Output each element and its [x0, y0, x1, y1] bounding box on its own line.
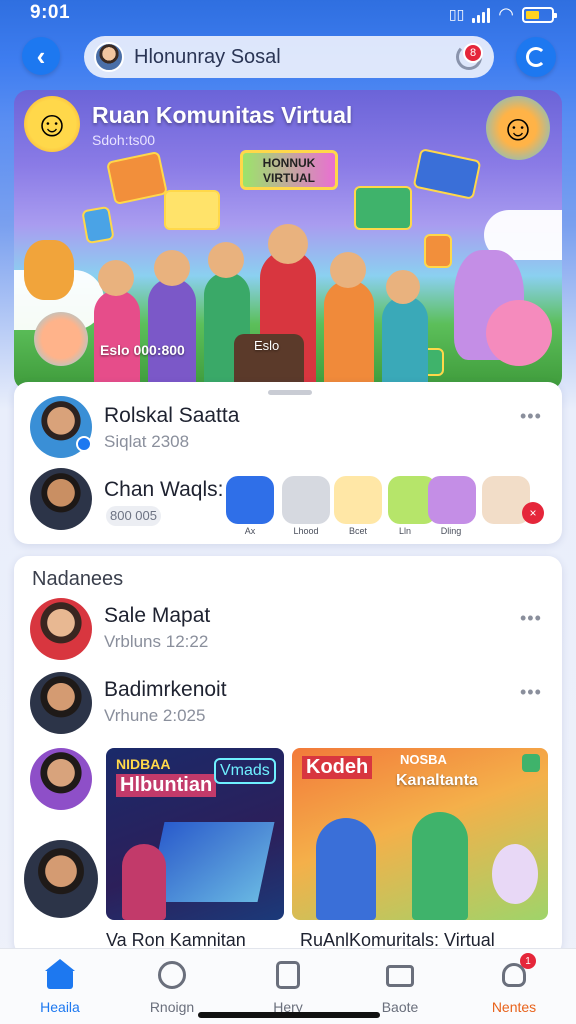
crowd-illustration [84, 224, 484, 390]
status-chip: 800 005 [106, 506, 161, 526]
avatar[interactable] [30, 672, 92, 734]
message-sender[interactable]: Badimrkenoit [104, 678, 227, 702]
tile-mascot-icon [492, 844, 538, 904]
status-icons: ▯▯ ◠ [448, 4, 557, 25]
compass-icon [156, 959, 188, 991]
floating-card [164, 190, 220, 230]
status-bar: 9:01 ▯▯ ◠ [0, 0, 576, 28]
refresh-icon[interactable]: 8 [456, 43, 483, 70]
home-indicator[interactable] [198, 1012, 380, 1018]
pig-mascot-icon [486, 300, 552, 366]
contacts-card: Rolskal Saatta Siqlat 2308 ••• Chan Waql… [14, 382, 562, 544]
app-label: Ax [244, 526, 256, 536]
avatar[interactable] [30, 748, 92, 810]
app-icon-ax[interactable] [226, 476, 274, 524]
app-label: Lhood [293, 526, 319, 536]
nav-label: Heaila [40, 999, 80, 1015]
tile-top-text: NIDBAA [116, 756, 171, 772]
hero-title: Ruan Komunitas Virtual [92, 102, 353, 128]
sync-icon [526, 47, 546, 67]
dog-mascot-icon [24, 240, 74, 300]
nav-item-explore[interactable]: Rnoign [122, 959, 222, 1015]
hero-banner[interactable]: ☺ ☺ Ruan Komunitas Virtual Sdoh:ts00 HON… [14, 90, 562, 390]
nfc-icon: ▯▯ [448, 6, 465, 22]
home-icon [44, 959, 76, 991]
section-title: Nadanees [32, 568, 124, 590]
nav-item-home[interactable]: Heaila [10, 959, 110, 1015]
app-label: Bcet [348, 526, 367, 536]
hero-stat-secondary: Eslo [254, 338, 280, 353]
floating-card [354, 186, 412, 230]
inbox-icon [384, 959, 416, 991]
wifi-icon: ◠ [498, 4, 514, 24]
contact-status: Siqlat 2308 [104, 432, 190, 451]
app-label: Dling [440, 526, 462, 536]
close-icon[interactable]: × [522, 502, 544, 524]
tile-person [122, 844, 166, 920]
nav-label: Nentes [491, 999, 537, 1015]
community-tile[interactable]: NIDBAA Hlbuntian Vmads [106, 748, 284, 920]
tile-tag: Vmads [214, 758, 276, 784]
tile-tag: Kanaltanta [396, 772, 478, 789]
more-options-icon[interactable]: ••• [520, 682, 542, 703]
app-label: Lln [398, 526, 411, 536]
floating-card [412, 147, 482, 201]
nav-item-notifications[interactable]: 1 Nentes [464, 953, 564, 1015]
app-icon-dling[interactable] [428, 476, 476, 524]
hero-sign: HONNUK VIRTUAL [240, 150, 338, 190]
message-time: Vrbluns 12:22 [104, 632, 209, 651]
tile-person [412, 812, 468, 920]
avatar[interactable] [30, 468, 92, 530]
smiley-bubble-icon: ☺ [486, 96, 550, 160]
notification-badge: 1 [520, 953, 536, 969]
battery-icon [522, 6, 557, 23]
contact-name[interactable]: Rolskal Saatta [104, 404, 239, 428]
messages-card: Nadanees Sale Mapat Vrbluns 12:22 ••• Ba… [14, 556, 562, 956]
floating-card [106, 150, 168, 206]
app-icon-lhood[interactable] [282, 476, 330, 524]
bell-icon: 1 [498, 953, 536, 991]
more-options-icon[interactable]: ••• [520, 406, 542, 427]
avatar[interactable] [30, 598, 92, 660]
more-options-icon[interactable]: ••• [520, 608, 542, 629]
message-time: Vrhune 2:025 [104, 706, 206, 725]
app-icon-bcet[interactable] [334, 476, 382, 524]
tile-person [316, 818, 376, 920]
nav-item-notes[interactable]: Baote [350, 959, 450, 1015]
avatar[interactable] [24, 840, 98, 918]
title-bar[interactable]: Hlonunray Sosal 8 [84, 36, 494, 78]
contact-name[interactable]: Chan Waqls: [104, 478, 223, 502]
badge-icon [522, 754, 540, 772]
status-time: 9:01 [30, 2, 71, 23]
tile-title: Hlbuntian [116, 774, 217, 797]
nav-item-activity[interactable]: Hery [238, 959, 338, 1015]
message-sender[interactable]: Sale Mapat [104, 604, 210, 628]
signal-icon [472, 7, 491, 23]
drag-handle[interactable] [268, 390, 312, 395]
page-title: Hlonunray Sosal [134, 45, 281, 68]
tile-title: Kodeh [302, 756, 373, 779]
notification-badge: 8 [463, 43, 483, 63]
smiley-mascot-icon: ☺ [24, 96, 80, 152]
hero-subtitle: Sdoh:ts00 [92, 132, 156, 148]
avatar[interactable] [94, 42, 124, 72]
sync-button[interactable] [516, 37, 556, 77]
tile-top-text: NOSBA [400, 752, 447, 767]
bubble-mascot-icon [34, 312, 88, 366]
hero-stat: Eslo 000:800 [100, 342, 185, 358]
tile-illustration [147, 822, 275, 902]
back-button[interactable]: ‹ [22, 37, 60, 75]
verified-icon [76, 436, 92, 452]
chevron-left-icon: ‹ [36, 40, 46, 71]
clipboard-icon [272, 959, 304, 991]
community-tile[interactable]: Kodeh NOSBA Kanaltanta [292, 748, 548, 920]
